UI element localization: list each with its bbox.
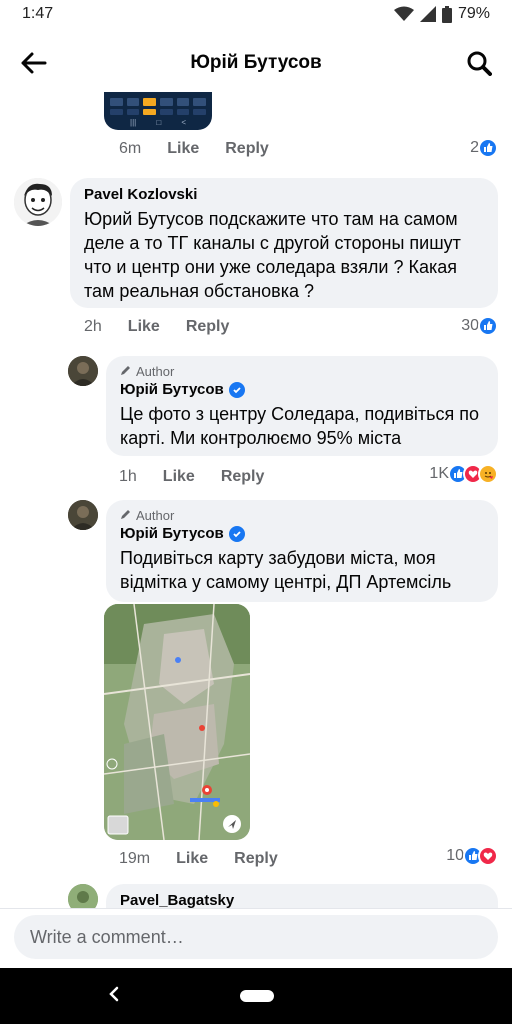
love-reaction-icon — [478, 846, 498, 866]
author-name[interactable]: Юрій Бутусов — [120, 381, 224, 398]
author-badge: Author — [120, 508, 484, 523]
comment-actions: 6m Like Reply — [119, 140, 295, 158]
comment-author[interactable]: Юрій Бутусов — [120, 381, 484, 398]
reaction-count[interactable]: 10 — [446, 846, 498, 866]
comment-time: 19m — [119, 850, 151, 867]
comment-bubble[interactable]: Pavel_Bagatsky — [106, 884, 498, 908]
reaction-count[interactable]: 2 — [470, 138, 498, 158]
reply-button[interactable]: Reply — [221, 468, 265, 486]
comment-author[interactable]: Pavel Kozlovski — [84, 186, 484, 203]
wifi-icon — [393, 6, 414, 22]
comment-author[interactable]: Юрій Бутусов — [120, 525, 484, 542]
comment-input[interactable] — [14, 915, 498, 959]
comment-bubble[interactable]: Pavel Kozlovski Юрий Бутусов подскажите … — [70, 178, 498, 308]
author-name[interactable]: Юрій Бутусов — [120, 525, 224, 542]
comment-text: Подивіться карту забудови міста, моя від… — [120, 548, 452, 592]
comment-actions: 2h Like Reply — [84, 318, 255, 336]
verified-badge-icon — [228, 525, 245, 542]
battery-icon — [441, 5, 452, 23]
system-nav-bar — [0, 968, 512, 1024]
like-button[interactable]: Like — [163, 468, 195, 486]
comment-text: Це фото з центру Соледара, подивіться по… — [120, 404, 480, 448]
system-back-button[interactable] — [100, 982, 128, 1010]
battery-percent: 79% — [457, 5, 490, 22]
reaction-number: 10 — [446, 847, 464, 864]
like-button[interactable]: Like — [167, 140, 199, 158]
author-badge: Author — [120, 364, 484, 379]
signal-icon — [419, 6, 436, 22]
avatar[interactable] — [14, 178, 62, 226]
comment-actions: 19m Like Reply — [119, 850, 304, 868]
like-button[interactable]: Like — [176, 850, 208, 868]
author-label: Author — [136, 364, 175, 379]
map-image[interactable] — [104, 604, 250, 840]
verified-badge-icon — [228, 381, 245, 398]
comment-author[interactable]: Pavel_Bagatsky — [120, 892, 484, 908]
status-bar: 1:47 79% — [0, 0, 512, 30]
pencil-icon — [120, 508, 132, 523]
comment-time: 1h — [119, 468, 137, 485]
reaction-count[interactable]: 1K — [429, 464, 498, 484]
status-time: 1:47 — [22, 5, 54, 22]
comment-text: Юрий Бутусов подскажите что там на самом… — [84, 209, 461, 301]
reaction-count[interactable]: 30 — [461, 316, 498, 336]
pencil-icon — [120, 364, 132, 379]
comment-bubble[interactable]: Author Юрій Бутусов Подивіться карту заб… — [106, 500, 498, 602]
comment-actions: 1h Like Reply — [119, 468, 290, 486]
comment-time: 2h — [84, 318, 102, 335]
comment-bubble[interactable]: Author Юрій Бутусов Це фото з центру Сол… — [106, 356, 498, 456]
previous-comment-image[interactable]: ||| □ < — [104, 92, 212, 130]
like-reaction-icon — [478, 138, 498, 158]
chevron-left-icon — [108, 986, 120, 1007]
reply-button[interactable]: Reply — [225, 140, 269, 158]
system-home-button[interactable] — [240, 990, 274, 1002]
header: Юрій Бутусов — [0, 36, 512, 92]
like-button[interactable]: Like — [128, 318, 160, 336]
avatar[interactable] — [68, 884, 98, 908]
search-button[interactable] — [460, 46, 498, 84]
care-reaction-icon — [478, 464, 498, 484]
like-reaction-icon — [478, 316, 498, 336]
reaction-number: 1K — [429, 465, 449, 482]
comment-composer — [0, 908, 512, 968]
reply-button[interactable]: Reply — [234, 850, 278, 868]
reply-button[interactable]: Reply — [186, 318, 230, 336]
avatar[interactable] — [68, 356, 98, 386]
reaction-number: 30 — [461, 317, 479, 334]
comment-time: 6m — [119, 140, 142, 157]
avatar[interactable] — [68, 500, 98, 530]
page-title: Юрій Бутусов — [190, 52, 322, 73]
search-icon — [466, 50, 492, 81]
comment-feed[interactable]: ||| □ < 6m Like Reply 2 Pavel Kozlovski Юр… — [0, 92, 512, 908]
status-icons: 79% — [393, 5, 490, 23]
author-label: Author — [136, 508, 175, 523]
